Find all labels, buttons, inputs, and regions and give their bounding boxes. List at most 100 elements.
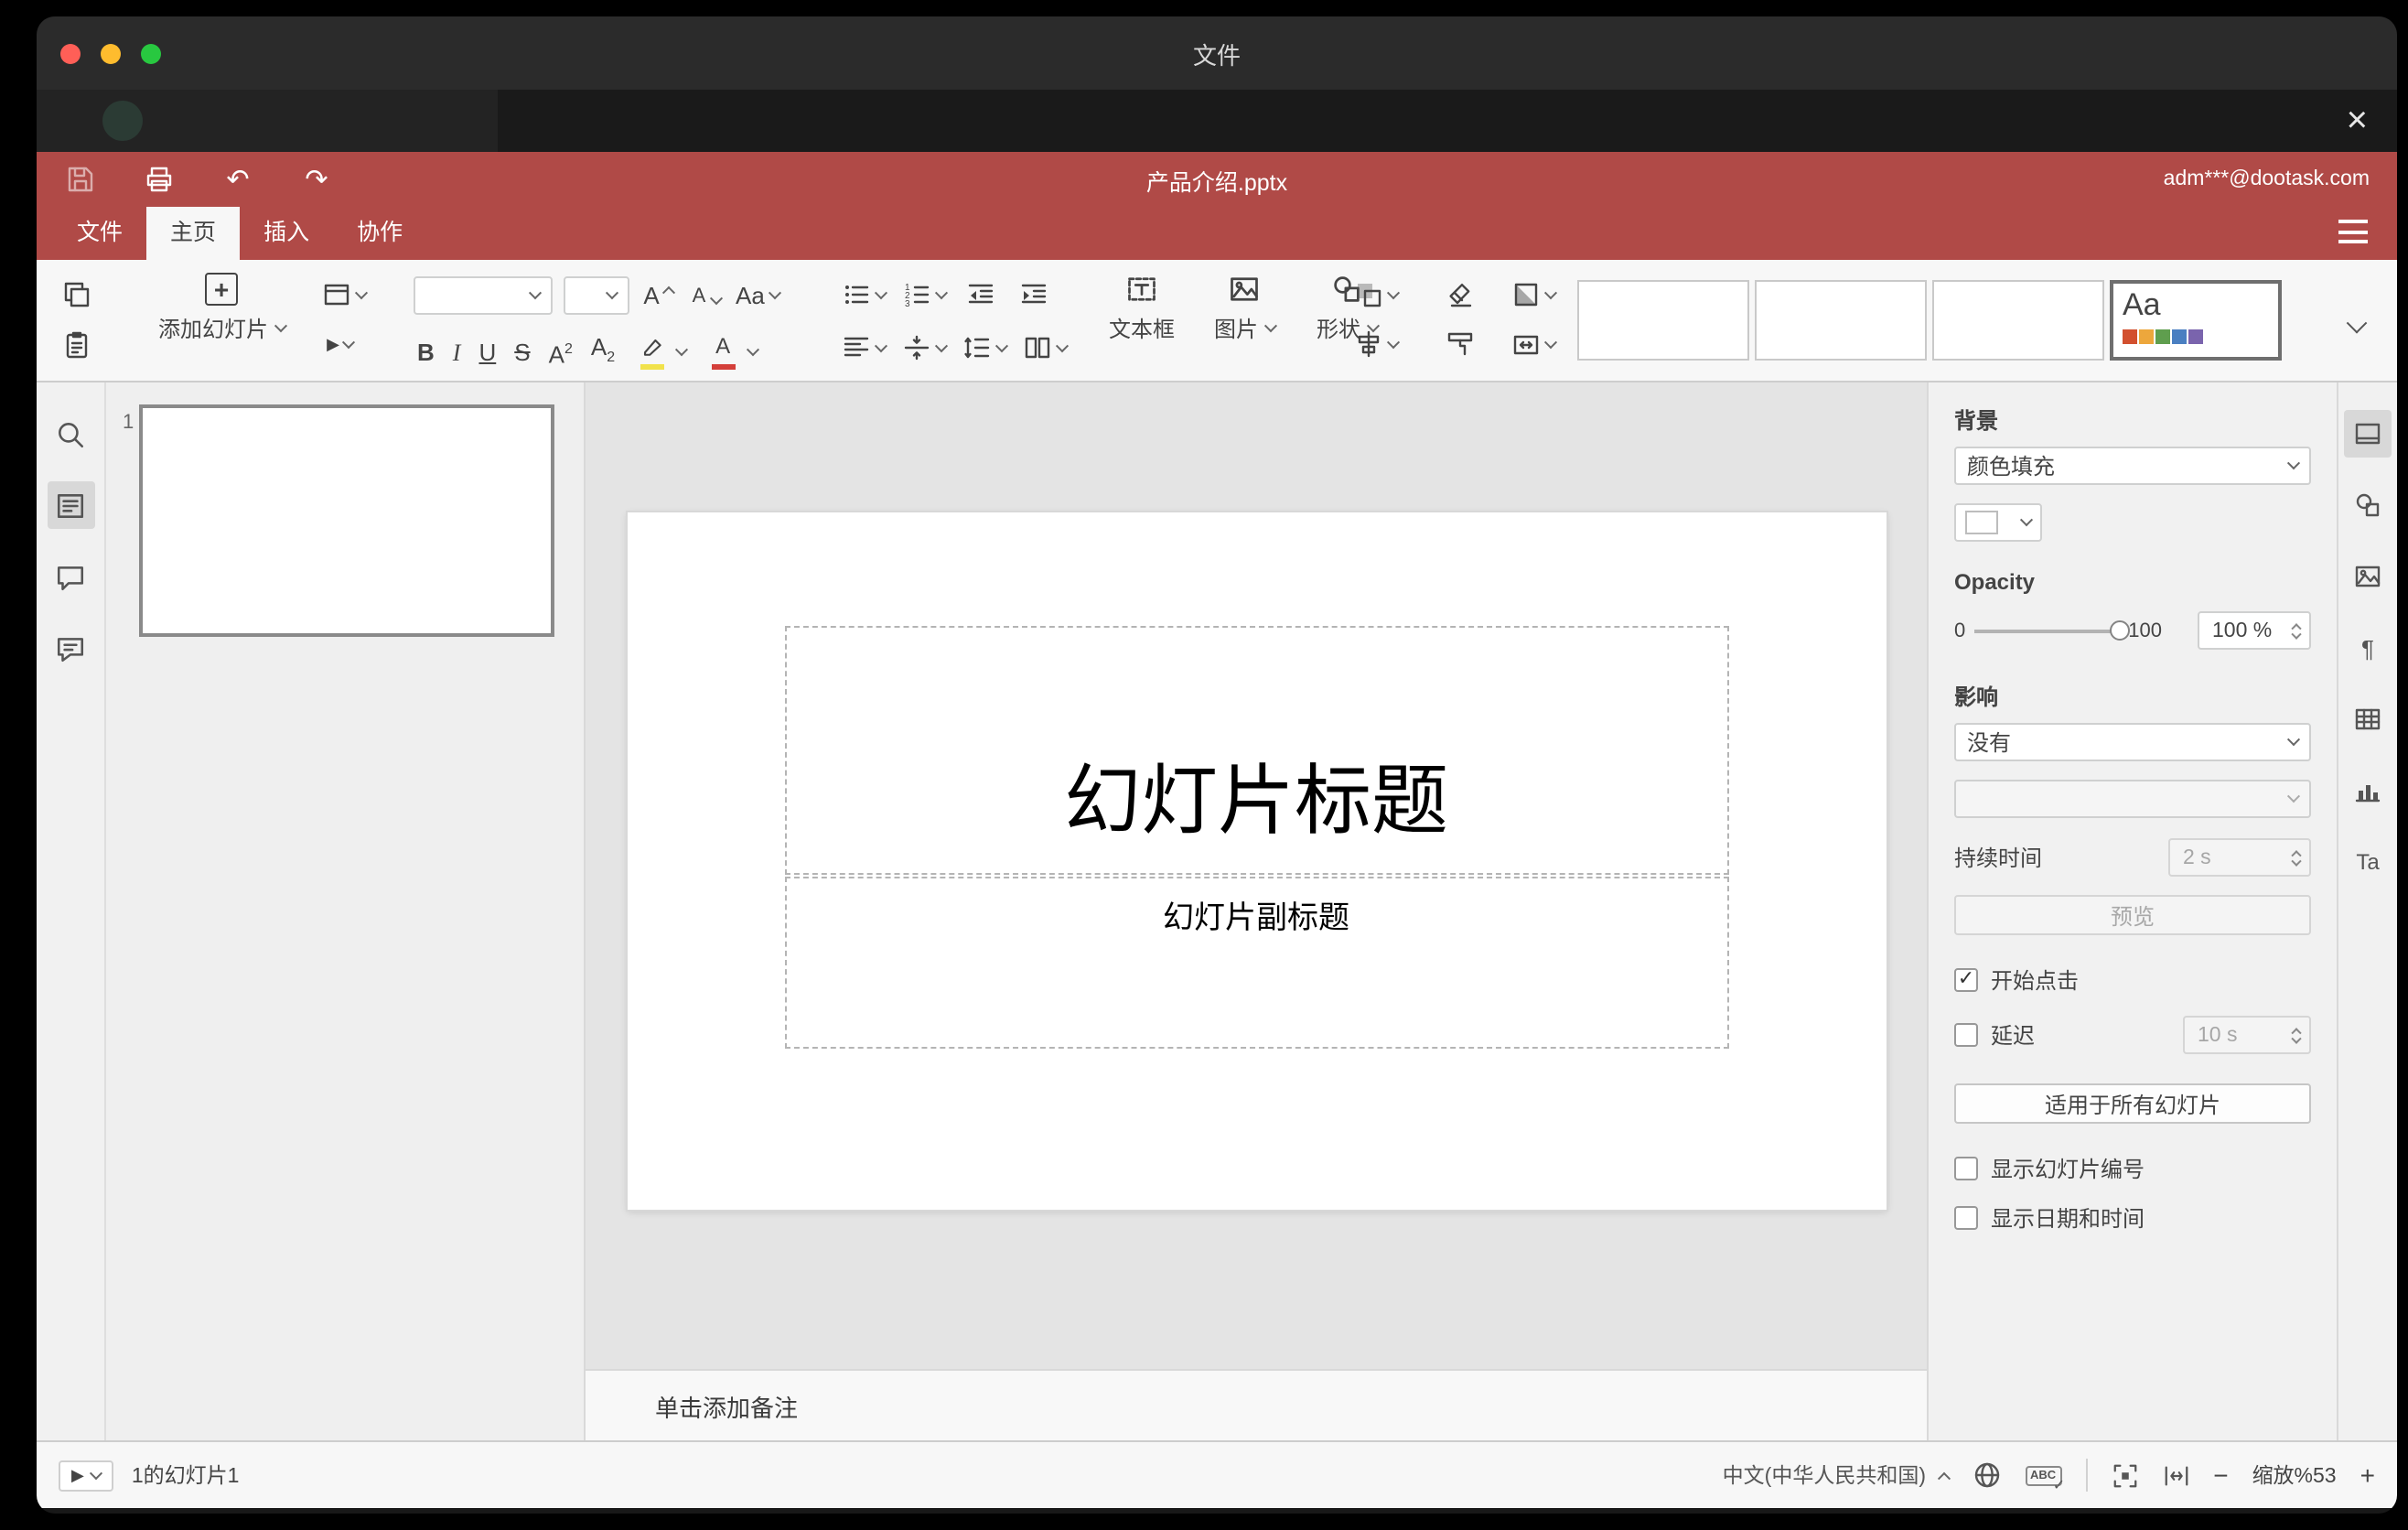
image-settings-icon[interactable] (2344, 553, 2392, 600)
tab-home[interactable]: 主页 (146, 207, 241, 260)
fit-to-slide-icon[interactable] (2111, 1461, 2138, 1489)
fit-to-width-icon[interactable] (2162, 1461, 2189, 1489)
font-size-combo[interactable] (564, 276, 629, 315)
copy-icon[interactable] (59, 276, 95, 313)
tab-collaboration[interactable]: 协作 (333, 207, 426, 260)
font-color-button[interactable]: A (704, 335, 741, 372)
toolbar-more-button[interactable] (2338, 307, 2375, 344)
document-title: 产品介绍.pptx (1145, 169, 1288, 195)
save-icon[interactable] (64, 163, 97, 196)
increase-font-size-button[interactable]: A (640, 277, 677, 314)
preview-button[interactable]: 预览 (1954, 895, 2311, 935)
underline-button[interactable]: U (478, 335, 496, 372)
zoom-in-button[interactable]: + (2360, 1462, 2375, 1488)
search-icon[interactable] (47, 410, 94, 458)
paragraph-settings-icon[interactable]: ¶ (2344, 624, 2392, 672)
theme-option-selected[interactable]: Aa (2110, 280, 2282, 361)
slide-thumbnail[interactable] (139, 404, 554, 637)
opacity-slider[interactable] (1974, 620, 2131, 640)
opacity-slider-knob[interactable] (2110, 620, 2131, 640)
theme-option[interactable] (1577, 280, 1749, 361)
redo-icon[interactable]: ↷ (300, 163, 333, 196)
delay-checkbox[interactable] (1954, 1023, 1978, 1047)
spellcheck-button[interactable]: ABC ✓ (2025, 1465, 2065, 1492)
duration-field[interactable]: 2 s (2168, 838, 2311, 877)
slide-size-button[interactable] (1511, 326, 1558, 362)
theme-option[interactable] (1932, 280, 2104, 361)
show-slide-number-label: 显示幻灯片编号 (1991, 1157, 2145, 1182)
numbering-button[interactable]: 123 (902, 276, 949, 313)
close-icon[interactable]: × (2347, 99, 2368, 143)
undo-icon[interactable]: ↶ (221, 163, 254, 196)
highlight-color-chevron[interactable] (675, 343, 689, 357)
paste-icon[interactable] (59, 326, 95, 362)
theme-option[interactable] (1755, 280, 1927, 361)
opacity-value: 100 % (2212, 620, 2273, 641)
subscript-button[interactable]: A2 (591, 329, 615, 376)
arrange-shapes-button[interactable] (1354, 276, 1401, 313)
show-date-time-checkbox[interactable] (1954, 1206, 1978, 1230)
tab-file[interactable]: 文件 (53, 207, 146, 260)
superscript-button[interactable]: A2 (549, 331, 573, 374)
bold-button[interactable]: B (417, 335, 435, 372)
chart-settings-icon[interactable] (2344, 767, 2392, 814)
start-slideshow-button[interactable]: ▶ (59, 1460, 113, 1491)
columns-button[interactable] (1023, 329, 1070, 366)
insert-image-button[interactable]: 图片 (1204, 273, 1285, 344)
horizontal-align-button[interactable] (842, 329, 888, 366)
strikethrough-button[interactable]: S (514, 335, 530, 372)
font-color-chevron[interactable] (747, 343, 760, 357)
table-settings-icon[interactable] (2344, 695, 2392, 743)
status-right-group: 中文(中华人民共和国) ABC ✓ − 缩放%53 + (1723, 1459, 2375, 1492)
language-selector[interactable]: 中文(中华人民共和国) (1723, 1460, 1926, 1490)
line-spacing-button[interactable] (962, 329, 1009, 366)
slide-subtitle-placeholder[interactable]: 幻灯片副标题 (784, 877, 1728, 1049)
slide[interactable]: 幻灯片标题 幻灯片副标题 (627, 512, 1886, 1210)
increase-indent-button[interactable] (1016, 276, 1052, 313)
background-color-picker[interactable] (1954, 503, 2042, 542)
show-slide-number-checkbox[interactable] (1954, 1157, 1978, 1180)
vertical-align-button[interactable] (902, 329, 949, 366)
zoom-out-button[interactable]: − (2213, 1462, 2228, 1488)
opacity-label: Opacity (1954, 569, 2036, 595)
notes-area[interactable]: 单击添加备注 (586, 1369, 1927, 1440)
decrease-font-size-button[interactable]: A (688, 277, 725, 314)
clear-group (1442, 276, 1478, 362)
slides-panel-icon[interactable] (47, 481, 94, 529)
shape-settings-icon[interactable] (2344, 481, 2392, 529)
add-slide-button[interactable]: + 添加幻灯片 (132, 273, 311, 344)
slide-canvas[interactable]: 幻灯片标题 幻灯片副标题 (586, 382, 1927, 1369)
change-case-button[interactable]: Aa (736, 277, 781, 314)
theme-color-swatch (2172, 329, 2187, 344)
background-fill-select[interactable]: 颜色填充 (1954, 447, 2311, 485)
zoom-value[interactable]: 缩放%53 (2252, 1460, 2337, 1490)
insert-textbox-button[interactable]: 文本框 (1102, 273, 1182, 344)
color-scheme-button[interactable] (1511, 276, 1558, 313)
menu-icon[interactable] (2338, 220, 2368, 243)
slide-title-placeholder[interactable]: 幻灯片标题 (784, 626, 1728, 875)
clear-style-button[interactable] (1442, 276, 1478, 313)
bullets-button[interactable] (842, 276, 888, 313)
feedback-icon[interactable] (47, 624, 94, 672)
effect-select[interactable]: 没有 (1954, 723, 2311, 761)
set-language-icon[interactable] (1972, 1460, 2001, 1490)
textart-settings-icon[interactable]: Ta (2344, 838, 2392, 886)
font-name-combo[interactable] (414, 276, 553, 315)
highlight-color-button[interactable] (633, 335, 670, 372)
preview-slideshow-button[interactable]: ▶ (322, 326, 359, 362)
start-on-click-checkbox[interactable]: ✓ (1954, 968, 1978, 992)
change-layout-button[interactable] (322, 276, 369, 313)
tab-insert[interactable]: 插入 (240, 207, 333, 260)
align-shapes-button[interactable] (1354, 326, 1401, 362)
opacity-value-field[interactable]: 100 % (2198, 611, 2311, 650)
print-icon[interactable] (143, 163, 176, 196)
slide-settings-icon[interactable] (2344, 410, 2392, 458)
italic-button[interactable]: I (453, 335, 461, 372)
delay-field[interactable]: 10 s (2183, 1016, 2311, 1054)
apply-to-all-button[interactable]: 适用于所有幻灯片 (1954, 1083, 2311, 1124)
comments-icon[interactable] (47, 553, 94, 600)
window-title: 文件 (1192, 41, 1241, 69)
effect-type-select[interactable] (1954, 780, 2311, 818)
copy-style-button[interactable] (1442, 326, 1478, 362)
decrease-indent-button[interactable] (962, 276, 999, 313)
